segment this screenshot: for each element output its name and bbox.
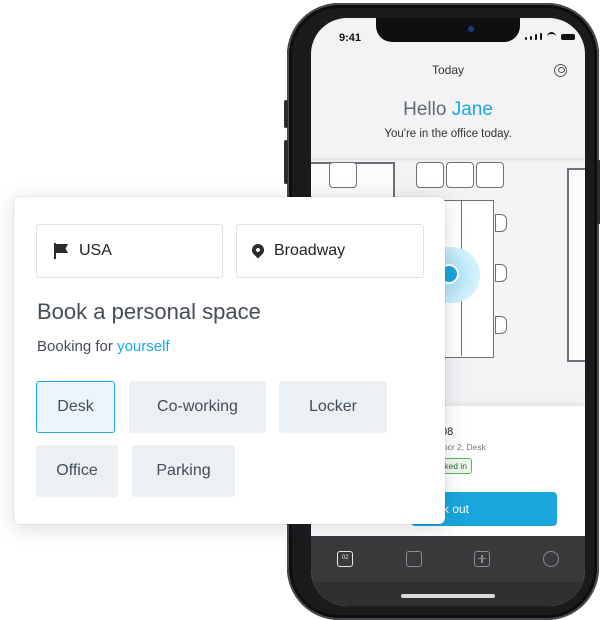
space-type-coworking[interactable]: Co-working: [129, 381, 266, 433]
booking-for-label: Booking for yourself: [37, 338, 170, 355]
floor-plan-chair[interactable]: [495, 316, 507, 334]
signal-icon: [540, 33, 542, 40]
tab-bar: 02: [311, 536, 585, 582]
front-camera-icon: [468, 26, 474, 32]
country-value: USA: [79, 242, 112, 259]
location-value: Broadway: [274, 242, 346, 259]
floor-plan-chair[interactable]: [329, 162, 357, 188]
space-type-parking[interactable]: Parking: [132, 445, 235, 497]
phone-side-button: [284, 140, 288, 184]
floor-plan-room: [567, 168, 585, 362]
greeting-name: Jane: [451, 99, 493, 120]
space-type-locker[interactable]: Locker: [279, 381, 387, 433]
plus-square-icon[interactable]: [474, 551, 491, 567]
floor-plan-chair[interactable]: [476, 162, 504, 188]
signal-icon: [525, 37, 527, 40]
floor-plan-chair[interactable]: [446, 162, 474, 188]
country-select[interactable]: USA: [36, 224, 223, 278]
location-select[interactable]: Broadway: [236, 224, 424, 278]
booking-detail: locr 2, Desk: [441, 442, 486, 452]
nav-title: Today: [431, 63, 465, 77]
booking-for-prefix: Booking for: [37, 338, 113, 355]
tab-today-date: 02: [341, 555, 349, 561]
space-type-desk[interactable]: Desk: [36, 381, 115, 433]
phone-notch: [376, 18, 520, 42]
status-icons: [525, 32, 575, 40]
floor-plan-chair[interactable]: [495, 214, 507, 232]
book-space-card: USA Broadway Book a personal space Booki…: [14, 197, 445, 524]
greeting-prefix: Hello: [403, 99, 447, 120]
location-pin-icon: [249, 241, 267, 258]
floor-plan-chair[interactable]: [416, 162, 444, 188]
greeting-subtitle: You're in the office today.: [384, 128, 512, 140]
page-title: Book a personal space: [37, 299, 261, 324]
floor-plan-chair[interactable]: [495, 264, 507, 282]
status-time: 9:41: [339, 32, 362, 44]
flag-icon: [53, 243, 69, 259]
search-icon[interactable]: [542, 551, 559, 567]
booking-for-target-link[interactable]: yourself: [117, 338, 170, 355]
phone-side-button: [284, 100, 288, 128]
greeting: Hello Jane: [311, 99, 585, 121]
battery-icon: [561, 34, 575, 40]
profile-icon[interactable]: [554, 64, 567, 77]
calendar-today-icon[interactable]: 02: [337, 551, 354, 567]
calendar-icon[interactable]: [405, 551, 422, 567]
space-type-office[interactable]: Office: [36, 445, 118, 497]
home-indicator[interactable]: [401, 594, 495, 598]
signal-icon: [535, 34, 537, 40]
signal-icon: [530, 36, 532, 40]
wifi-icon: [547, 32, 556, 40]
